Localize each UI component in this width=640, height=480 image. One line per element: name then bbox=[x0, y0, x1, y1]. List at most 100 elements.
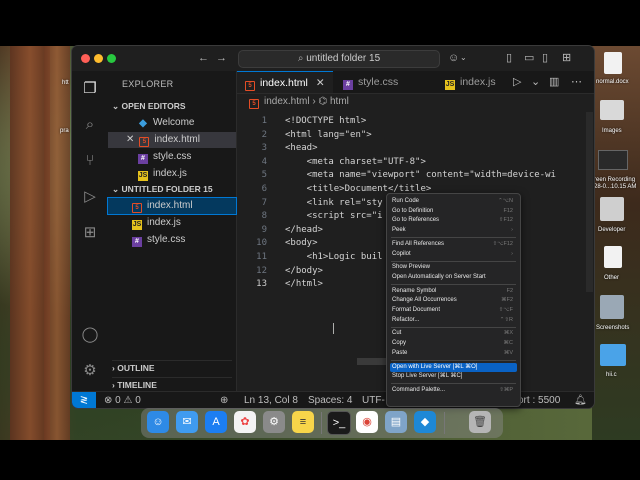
folder-section[interactable]: ⌄ UNTITLED FOLDER 15 bbox=[112, 184, 213, 195]
outline-section[interactable]: › OUTLINE bbox=[112, 360, 232, 373]
minimize-window-button[interactable] bbox=[94, 54, 103, 63]
open-editor-item[interactable]: ◆ Welcome bbox=[108, 115, 236, 131]
tab-index-html[interactable]: 5 index.html ✕ bbox=[237, 71, 333, 93]
toggle-panel-icon[interactable]: ▭ bbox=[524, 51, 534, 65]
search-icon[interactable]: ⌕ bbox=[80, 115, 100, 135]
context-menu-item[interactable]: Refactor... ⌃⇧R bbox=[390, 316, 517, 326]
vscode-icon[interactable]: ◆ bbox=[414, 411, 436, 433]
indentation[interactable]: Spaces: 4 bbox=[308, 392, 352, 408]
context-menu-item[interactable]: Go to References ⇧F12 bbox=[390, 216, 517, 226]
desktop-file-label[interactable]: Developer bbox=[598, 227, 625, 233]
code-line[interactable]: <meta charset="UTF-8"> bbox=[285, 157, 426, 167]
extensions-icon[interactable]: ⊞ bbox=[80, 223, 100, 243]
code-line[interactable]: <link rel="sty bbox=[285, 198, 383, 208]
code-line[interactable]: <script src="i bbox=[285, 211, 383, 221]
desktop-icon-image[interactable] bbox=[600, 295, 624, 319]
context-menu-item[interactable]: Rename Symbol F2 bbox=[390, 287, 517, 297]
desktop-file-label[interactable]: hii.c bbox=[606, 372, 617, 378]
context-menu-item[interactable]: Show Preview bbox=[390, 263, 517, 273]
desktop-file-label[interactable]: reen Recording bbox=[594, 177, 635, 183]
context-menu-item[interactable]: Copy ⌘C bbox=[390, 339, 517, 349]
desktop-icon-file[interactable] bbox=[604, 52, 622, 74]
code-line[interactable]: <head> bbox=[285, 143, 318, 153]
close-icon[interactable]: ✕ bbox=[126, 134, 134, 145]
settings-gear-icon[interactable]: ⚙ bbox=[80, 361, 100, 381]
cursor-position[interactable]: Ln 13, Col 8 bbox=[244, 392, 298, 408]
notes-icon[interactable]: ≡ bbox=[292, 411, 314, 433]
finder-icon[interactable]: ☺ bbox=[147, 411, 169, 433]
desktop-icon-video[interactable] bbox=[598, 150, 628, 170]
code-line[interactable]: <body> bbox=[285, 238, 318, 248]
chevron-down-icon[interactable]: ⌄ bbox=[460, 51, 467, 65]
open-editor-item[interactable]: # style.css bbox=[108, 149, 236, 165]
open-editor-item[interactable]: JS index.js bbox=[108, 166, 236, 182]
close-window-button[interactable] bbox=[81, 54, 90, 63]
account-icon[interactable]: ◯ bbox=[80, 325, 100, 345]
copilot-icon[interactable]: ☺ bbox=[448, 51, 459, 65]
maximize-window-button[interactable] bbox=[107, 54, 116, 63]
context-menu-item[interactable]: Paste ⌘V bbox=[390, 349, 517, 359]
desktop-file-label[interactable]: Other bbox=[604, 275, 619, 281]
photos-icon[interactable]: ✿ bbox=[234, 411, 256, 433]
toggle-sidebar-icon[interactable]: ▯ bbox=[506, 51, 512, 65]
context-menu-item[interactable]: Go to Definition F12 bbox=[390, 207, 517, 217]
context-menu-item[interactable]: Open with Live Server [⌘L ⌘O] bbox=[390, 362, 517, 372]
system-settings-icon[interactable]: ⚙ bbox=[263, 411, 285, 433]
run-icon[interactable]: ▷ bbox=[513, 75, 521, 89]
preview-icon[interactable]: ▤ bbox=[385, 411, 407, 433]
context-menu-item[interactable]: Change All Occurrences ⌘F2 bbox=[390, 296, 517, 306]
chevron-down-icon[interactable]: ⌄ bbox=[531, 75, 540, 89]
desktop-file-label[interactable]: Images bbox=[602, 128, 622, 134]
notifications-bell-icon[interactable]: 🔔︎ bbox=[574, 392, 587, 408]
desktop-icon-file[interactable] bbox=[604, 246, 622, 268]
breadcrumb-node[interactable]: html bbox=[330, 96, 349, 107]
file-tree-item[interactable]: 5 index.html bbox=[107, 197, 237, 215]
context-menu-item[interactable]: Command Palette... ⇧⌘P bbox=[390, 386, 517, 396]
live-server-port[interactable]: ort : 5500 bbox=[518, 392, 560, 408]
file-tree-item[interactable]: # style.css bbox=[108, 232, 236, 248]
desktop-file-label[interactable]: htt bbox=[62, 80, 69, 86]
context-menu-item[interactable]: Peek › bbox=[390, 226, 517, 236]
app-store-icon[interactable]: A bbox=[205, 411, 227, 433]
vertical-scrollbar[interactable] bbox=[586, 112, 593, 292]
zoom-icon[interactable]: ⊕ bbox=[220, 392, 228, 408]
code-line[interactable]: <html lang="en"> bbox=[285, 130, 372, 140]
remote-indicator-icon[interactable]: ≷ bbox=[72, 392, 96, 408]
more-actions-icon[interactable]: ⋯ bbox=[571, 75, 582, 89]
breadcrumb-file[interactable]: index.html bbox=[264, 96, 310, 107]
source-control-icon[interactable]: ⑂ bbox=[80, 151, 100, 171]
open-editor-item[interactable]: ✕ 5 index.html bbox=[108, 132, 236, 148]
desktop-file-label[interactable]: 28-0...10.15 AM bbox=[594, 184, 636, 190]
desktop-file-label[interactable]: normal.docx bbox=[596, 79, 629, 85]
code-line[interactable]: </body> bbox=[285, 266, 323, 276]
mail-icon[interactable]: ✉ bbox=[176, 411, 198, 433]
toggle-secondary-sidebar-icon[interactable]: ▯ bbox=[542, 51, 548, 65]
context-menu-item[interactable]: Run Code ⌃⌥N bbox=[390, 197, 517, 207]
code-line[interactable]: </html> bbox=[285, 279, 323, 289]
code-line[interactable]: <h1>Logic buil bbox=[285, 252, 383, 262]
desktop-file-label[interactable]: pra bbox=[60, 128, 69, 134]
context-menu-item[interactable]: Format Document ⇧⌥F bbox=[390, 306, 517, 316]
terminal-icon[interactable]: >_ bbox=[327, 411, 351, 435]
context-menu-item[interactable]: Find All References ⇧⌥F12 bbox=[390, 240, 517, 250]
context-menu-item[interactable]: Open Automatically on Server Start bbox=[390, 273, 517, 283]
chrome-icon[interactable]: ◉ bbox=[356, 411, 378, 433]
explorer-icon[interactable]: ❐ bbox=[80, 79, 100, 99]
layout-icon[interactable]: ⊞ bbox=[562, 51, 571, 65]
command-center[interactable]: ⌕ untitled folder 15 bbox=[238, 50, 440, 68]
context-menu-item[interactable]: Stop Live Server [⌘L ⌘C] bbox=[390, 372, 517, 382]
code-line[interactable]: <meta name="viewport" content="width=dev… bbox=[285, 170, 556, 180]
timeline-section[interactable]: › TIMELINE bbox=[112, 377, 232, 390]
context-menu-item[interactable]: Cut ⌘X bbox=[390, 329, 517, 339]
open-editors-section[interactable]: ⌄ OPEN EDITORS bbox=[112, 101, 186, 112]
desktop-icon-folder[interactable] bbox=[600, 344, 626, 366]
code-line[interactable]: </head> bbox=[285, 225, 323, 235]
desktop-icon-folder[interactable] bbox=[600, 197, 624, 221]
trash-icon[interactable]: 🗑︎ bbox=[469, 411, 491, 433]
forward-arrow-icon[interactable]: → bbox=[216, 51, 227, 65]
file-tree-item[interactable]: JS index.js bbox=[108, 215, 236, 231]
problems-indicator[interactable]: ⊗ 0 ⚠ 0 bbox=[104, 392, 141, 408]
split-editor-icon[interactable]: ▥ bbox=[549, 75, 559, 89]
tab-index-js[interactable]: JS index.js bbox=[437, 71, 517, 93]
tab-style-css[interactable]: # style.css bbox=[335, 71, 419, 93]
